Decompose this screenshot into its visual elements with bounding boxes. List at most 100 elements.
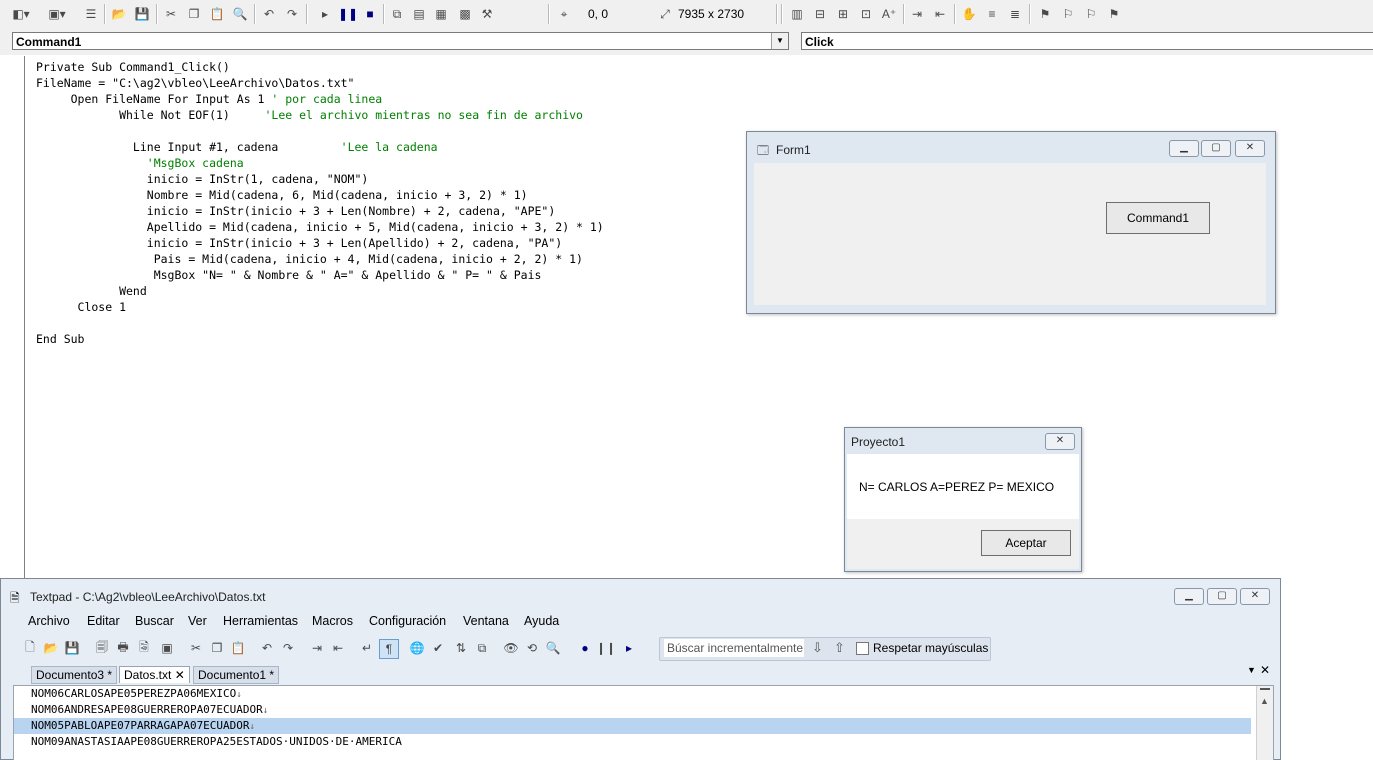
- list-properties-icon[interactable]: ⊟: [811, 5, 829, 23]
- menu-item[interactable]: Ver: [188, 614, 207, 628]
- cut-icon[interactable]: ✂: [162, 5, 180, 23]
- replace-icon[interactable]: ⟲: [523, 639, 541, 657]
- stop-icon[interactable]: ■: [361, 5, 379, 23]
- menu-item[interactable]: Ayuda: [524, 614, 559, 628]
- document-tab[interactable]: Documento3 *: [31, 666, 118, 684]
- copy-icon[interactable]: ❐: [208, 639, 226, 657]
- outdent-icon[interactable]: ⇤: [931, 5, 949, 23]
- add-form-icon[interactable]: ▣▾: [48, 5, 66, 23]
- textpad-window[interactable]: 🗎 Textpad - C:\Ag2\vbleo\LeeArchivo\Dato…: [0, 578, 1281, 760]
- textpad-editor[interactable]: NOM06CARLOSAPE05PEREZPA06MEXICO↓ NOM06AND…: [13, 685, 1274, 760]
- menu-item[interactable]: Configuración: [369, 614, 446, 628]
- menu-item[interactable]: Ventana: [463, 614, 509, 628]
- pause-icon[interactable]: ❚❚: [338, 5, 358, 23]
- paste-icon[interactable]: 📋: [229, 639, 247, 657]
- outdent-icon[interactable]: ⇤: [329, 639, 347, 657]
- pause-macro-icon[interactable]: ❙❙: [596, 639, 616, 657]
- menu-editor-icon[interactable]: ☰: [82, 5, 100, 23]
- document-tab[interactable]: Documento1 *: [193, 666, 280, 684]
- document-properties-icon[interactable]: ▣: [158, 639, 176, 657]
- paste-icon[interactable]: 📋: [208, 5, 226, 23]
- new-file-icon[interactable]: 🗋: [21, 639, 39, 657]
- minimize-icon[interactable]: ▁: [1174, 588, 1204, 605]
- start-icon[interactable]: ▸: [316, 5, 334, 23]
- open-icon[interactable]: 📂: [110, 5, 128, 23]
- bookmark-icon[interactable]: ⚑: [1036, 5, 1054, 23]
- menu-item[interactable]: Buscar: [135, 614, 174, 628]
- menu-item[interactable]: Herramientas: [223, 614, 298, 628]
- indent-icon[interactable]: ⇥: [308, 639, 326, 657]
- code-comment: 'Lee la cadena: [340, 140, 438, 154]
- maximize-icon[interactable]: ▢: [1207, 588, 1237, 605]
- add-project-icon[interactable]: ◧▾: [12, 5, 30, 23]
- redo-icon[interactable]: ↷: [283, 5, 301, 23]
- form1-titlebar[interactable]: 🗔 Form1 ▁ ▢ ✕: [747, 132, 1275, 162]
- clear-bookmarks-icon[interactable]: ⚑: [1105, 5, 1123, 23]
- save-icon[interactable]: 💾: [133, 5, 151, 23]
- document-tab[interactable]: Datos.txt ✕: [119, 666, 190, 683]
- web-browser-icon[interactable]: 🌐: [408, 639, 426, 657]
- project-explorer-icon[interactable]: ⧉: [388, 5, 406, 23]
- code-comment: 'Lee el archivo mientras no sea fin de a…: [264, 108, 583, 122]
- toolbox-icon[interactable]: ⚒: [478, 5, 496, 23]
- close-tab-icon[interactable]: ✕: [171, 668, 185, 682]
- quick-info-icon[interactable]: ⊡: [857, 5, 875, 23]
- open-icon[interactable]: 📂: [42, 639, 60, 657]
- toggle-breakpoint-icon[interactable]: ✋: [960, 5, 978, 23]
- properties-icon[interactable]: ▤: [410, 5, 428, 23]
- menu-item[interactable]: Editar: [87, 614, 120, 628]
- procedure-combo[interactable]: Click: [801, 32, 1373, 50]
- previous-bookmark-icon[interactable]: ⚐: [1082, 5, 1100, 23]
- tab-list-chevron-down-icon[interactable]: ▼: [1247, 665, 1256, 675]
- compare-icon[interactable]: ⧉: [473, 639, 491, 657]
- uncomment-block-icon[interactable]: ≣: [1006, 5, 1024, 23]
- form-layout-icon[interactable]: ▦: [432, 5, 450, 23]
- menu-item[interactable]: Archivo: [28, 614, 70, 628]
- find-icon[interactable]: 🔍: [544, 639, 562, 657]
- close-icon[interactable]: ✕: [1240, 588, 1270, 605]
- close-icon[interactable]: ✕: [1235, 140, 1265, 157]
- sort-icon[interactable]: ⇅: [452, 639, 470, 657]
- menu-item[interactable]: Macros: [312, 614, 353, 628]
- manage-files-icon[interactable]: 🗐: [93, 639, 111, 657]
- maximize-icon[interactable]: ▢: [1201, 140, 1231, 157]
- record-macro-icon[interactable]: ●: [576, 639, 594, 657]
- copy-icon[interactable]: ❐: [185, 5, 203, 23]
- print-icon[interactable]: 🖶: [114, 639, 132, 657]
- code-text: MsgBox "N= " & Nombre & " A=" & Apellido…: [36, 268, 542, 282]
- match-case-checkbox[interactable]: [856, 642, 869, 655]
- save-icon[interactable]: 💾: [63, 639, 81, 657]
- complete-word-icon[interactable]: A⁺: [880, 5, 898, 23]
- indent-icon[interactable]: ⇥: [908, 5, 926, 23]
- print-preview-icon[interactable]: 🗟: [135, 639, 153, 657]
- msgbox-window[interactable]: Proyecto1 ✕ N= CARLOS A=PEREZ P= MEXICO …: [844, 427, 1082, 572]
- properties-window-icon[interactable]: ▥: [788, 5, 806, 23]
- minimize-icon[interactable]: ▁: [1169, 140, 1199, 157]
- list-constants-icon[interactable]: ⊞: [834, 5, 852, 23]
- form1-window[interactable]: 🗔 Form1 ▁ ▢ ✕ Command1: [746, 131, 1276, 314]
- find-icon[interactable]: 🔍: [231, 5, 249, 23]
- play-macro-icon[interactable]: ▸: [620, 639, 638, 657]
- object-browser-icon[interactable]: ▩: [456, 5, 474, 23]
- view-icon[interactable]: 👁: [502, 639, 520, 657]
- redo-icon[interactable]: ↷: [279, 639, 297, 657]
- chevron-down-icon[interactable]: ▼: [771, 33, 788, 49]
- cut-icon[interactable]: ✂: [187, 639, 205, 657]
- spelling-icon[interactable]: ✔: [429, 639, 447, 657]
- incremental-search-input[interactable]: Búscar incrementalmente: [664, 639, 804, 657]
- vertical-scrollbar[interactable]: ▲: [1256, 686, 1273, 760]
- object-combo[interactable]: Command1 ▼: [12, 32, 789, 50]
- undo-icon[interactable]: ↶: [258, 639, 276, 657]
- comment-block-icon[interactable]: ≡: [983, 5, 1001, 23]
- scroll-up-icon[interactable]: ▲: [1260, 696, 1269, 706]
- arrow-down-icon[interactable]: ⇩: [812, 640, 823, 656]
- undo-icon[interactable]: ↶: [260, 5, 278, 23]
- ok-button[interactable]: Aceptar: [981, 530, 1071, 556]
- visible-spaces-icon[interactable]: ¶: [379, 639, 399, 659]
- command1-button[interactable]: Command1: [1106, 202, 1210, 234]
- close-tab-icon[interactable]: ✕: [1260, 663, 1270, 677]
- close-icon[interactable]: ✕: [1045, 433, 1075, 450]
- word-wrap-icon[interactable]: ↵: [358, 639, 376, 657]
- next-bookmark-icon[interactable]: ⚐: [1059, 5, 1077, 23]
- arrow-up-icon[interactable]: ⇧: [834, 640, 845, 656]
